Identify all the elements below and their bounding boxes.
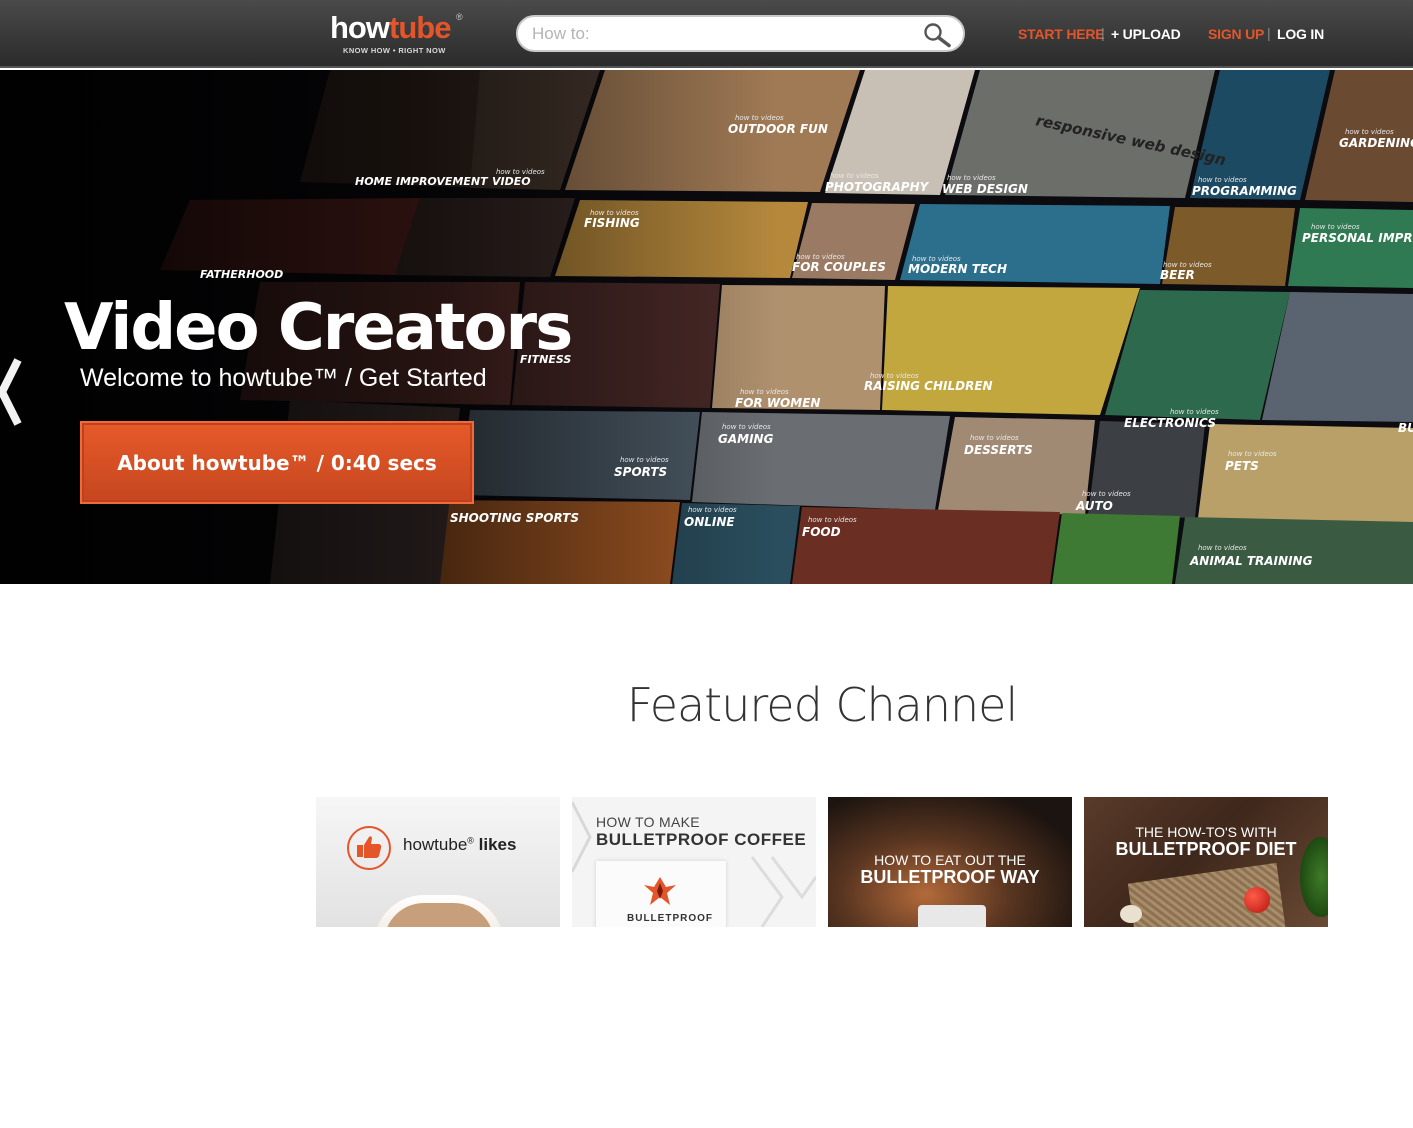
tile-label-sports: SPORTS bbox=[614, 465, 667, 479]
tile-label-fatherhood: FATHERHOOD bbox=[200, 268, 283, 281]
tomato-image bbox=[1244, 887, 1270, 913]
thumbs-up-icon bbox=[357, 836, 382, 858]
bag-label: BULLETPROOF bbox=[627, 913, 713, 924]
tile-label-personal-improvement: PERSONAL IMPROVEMENT bbox=[1302, 231, 1413, 245]
hero-banner: HOME IMPROVEMENT how to videos VIDEO how… bbox=[0, 70, 1413, 584]
featured-card-bulletproof-coffee[interactable]: HOW TO MAKE BULLETPROOF COFFEE BULLETPRO… bbox=[572, 797, 816, 927]
tile-small: how to videos bbox=[735, 114, 784, 122]
featured-channel-heading: Featured Channel bbox=[626, 678, 1019, 732]
tile-label-web-design: WEB DESIGN bbox=[942, 182, 1028, 196]
tile-small: how to videos bbox=[1311, 223, 1360, 231]
tile-small: how to videos bbox=[1198, 176, 1247, 184]
tile-label-pets: PETS bbox=[1225, 459, 1259, 473]
tile-label-shooting-sports: SHOOTING SPORTS bbox=[450, 511, 579, 525]
upload-link[interactable]: + UPLOAD bbox=[1111, 26, 1181, 44]
hero-title: Video Creators bbox=[64, 291, 573, 365]
tile-label-electronics: ELECTRONICS bbox=[1124, 416, 1216, 430]
tile-label-programming: PROGRAMMING bbox=[1192, 184, 1297, 198]
search-icon[interactable] bbox=[922, 22, 952, 48]
tile-label-desserts: DESSERTS bbox=[964, 443, 1033, 457]
hero-subtitle[interactable]: Welcome to howtube™ / Get Started bbox=[80, 364, 540, 393]
tile-label-food: FOOD bbox=[802, 525, 841, 539]
tile-label-gardening: GARDENING bbox=[1339, 136, 1413, 150]
tile-label-for-couples: FOR COUPLES bbox=[792, 260, 886, 274]
tile-label-beer: BEER bbox=[1160, 268, 1195, 282]
tile-small: how to videos bbox=[830, 172, 879, 180]
search-input[interactable] bbox=[532, 23, 912, 45]
tile-small: how to videos bbox=[1228, 450, 1277, 458]
tile-label-animal-training: ANIMAL TRAINING bbox=[1189, 554, 1313, 568]
tile-label-fishing: FISHING bbox=[584, 216, 640, 230]
tile-label-for-women: FOR WOMEN bbox=[735, 396, 820, 410]
top-bar: howtube ® KNOW HOW • RIGHT NOW START HER… bbox=[0, 0, 1413, 68]
featured-card-eat-out[interactable]: HOW TO EAT OUT THE BULLETPROOF WAY bbox=[828, 797, 1072, 927]
tile-small: how to videos bbox=[1345, 128, 1394, 136]
logo-tagline: KNOW HOW • RIGHT NOW bbox=[343, 46, 446, 55]
card-subtitle: THE HOW-TO'S WITH bbox=[1135, 824, 1277, 840]
sign-up-link[interactable]: SIGN UP bbox=[1208, 26, 1264, 44]
tile-small: how to videos bbox=[740, 388, 789, 396]
tile-label-home-improvement: HOME IMPROVEMENT bbox=[355, 175, 489, 188]
tile-label-photography: PHOTOGRAPHY bbox=[825, 180, 930, 194]
tile-label-online: ONLINE bbox=[684, 515, 735, 529]
tile-small: how to videos bbox=[970, 434, 1019, 442]
tile-label-partial: BU bbox=[1398, 421, 1413, 435]
nav-separator: | bbox=[1101, 25, 1105, 41]
card-subtitle: HOW TO EAT OUT THE bbox=[874, 852, 1026, 868]
card-title: BULLETPROOF DIET bbox=[1115, 839, 1297, 859]
tile-label-raising-children: RAISING CHILDREN bbox=[864, 379, 993, 393]
tile-small: how to videos bbox=[620, 456, 669, 464]
chevron-left-icon[interactable] bbox=[0, 356, 30, 428]
log-in-link[interactable]: LOG IN bbox=[1277, 26, 1324, 44]
tile-label-video: VIDEO bbox=[492, 175, 531, 188]
likes-badge bbox=[347, 826, 391, 870]
coffee-bag-image: BULLETPROOF bbox=[596, 861, 726, 927]
howtube-likes-label: howtube® likes bbox=[403, 835, 517, 854]
search-box bbox=[516, 15, 965, 52]
tile-small: how to videos bbox=[688, 506, 737, 514]
about-video-button[interactable]: About howtube™ / 0:40 secs bbox=[80, 421, 474, 504]
tile-small: how to videos bbox=[1170, 408, 1219, 416]
garlic-image bbox=[1120, 905, 1142, 923]
logo-wordmark: howtube bbox=[330, 10, 451, 45]
tile-label-gaming: GAMING bbox=[718, 432, 774, 446]
coffee-cup-image bbox=[918, 905, 986, 927]
tile-small: how to videos bbox=[1198, 544, 1247, 552]
tile-small: how to videos bbox=[1082, 490, 1131, 498]
card-title: BULLETPROOF WAY bbox=[860, 867, 1040, 887]
tile-label-auto: AUTO bbox=[1075, 499, 1113, 513]
tile-label-modern-tech: MODERN TECH bbox=[908, 262, 1007, 276]
logo-registered-mark: ® bbox=[456, 12, 463, 22]
featured-card-howtube-likes[interactable]: howtube® likes bbox=[316, 797, 560, 927]
howtube-logo[interactable]: howtube ® KNOW HOW • RIGHT NOW bbox=[330, 12, 470, 58]
bird-logo-icon bbox=[644, 877, 676, 905]
tile-small: how to videos bbox=[808, 516, 857, 524]
tile-label-outdoor-fun: OUTDOOR FUN bbox=[728, 122, 828, 136]
start-here-link[interactable]: START HERE bbox=[1018, 26, 1105, 44]
card-title: BULLETPROOF COFFEE bbox=[596, 830, 807, 849]
card-subtitle: HOW TO MAKE bbox=[596, 814, 700, 830]
nav-separator: | bbox=[1267, 25, 1271, 41]
tile-small: how to videos bbox=[722, 423, 771, 431]
coffee-cup-image bbox=[374, 895, 504, 927]
tile-small: how to videos bbox=[947, 174, 996, 182]
featured-card-bulletproof-diet[interactable]: THE HOW-TO'S WITH BULLETPROOF DIET bbox=[1084, 797, 1328, 927]
